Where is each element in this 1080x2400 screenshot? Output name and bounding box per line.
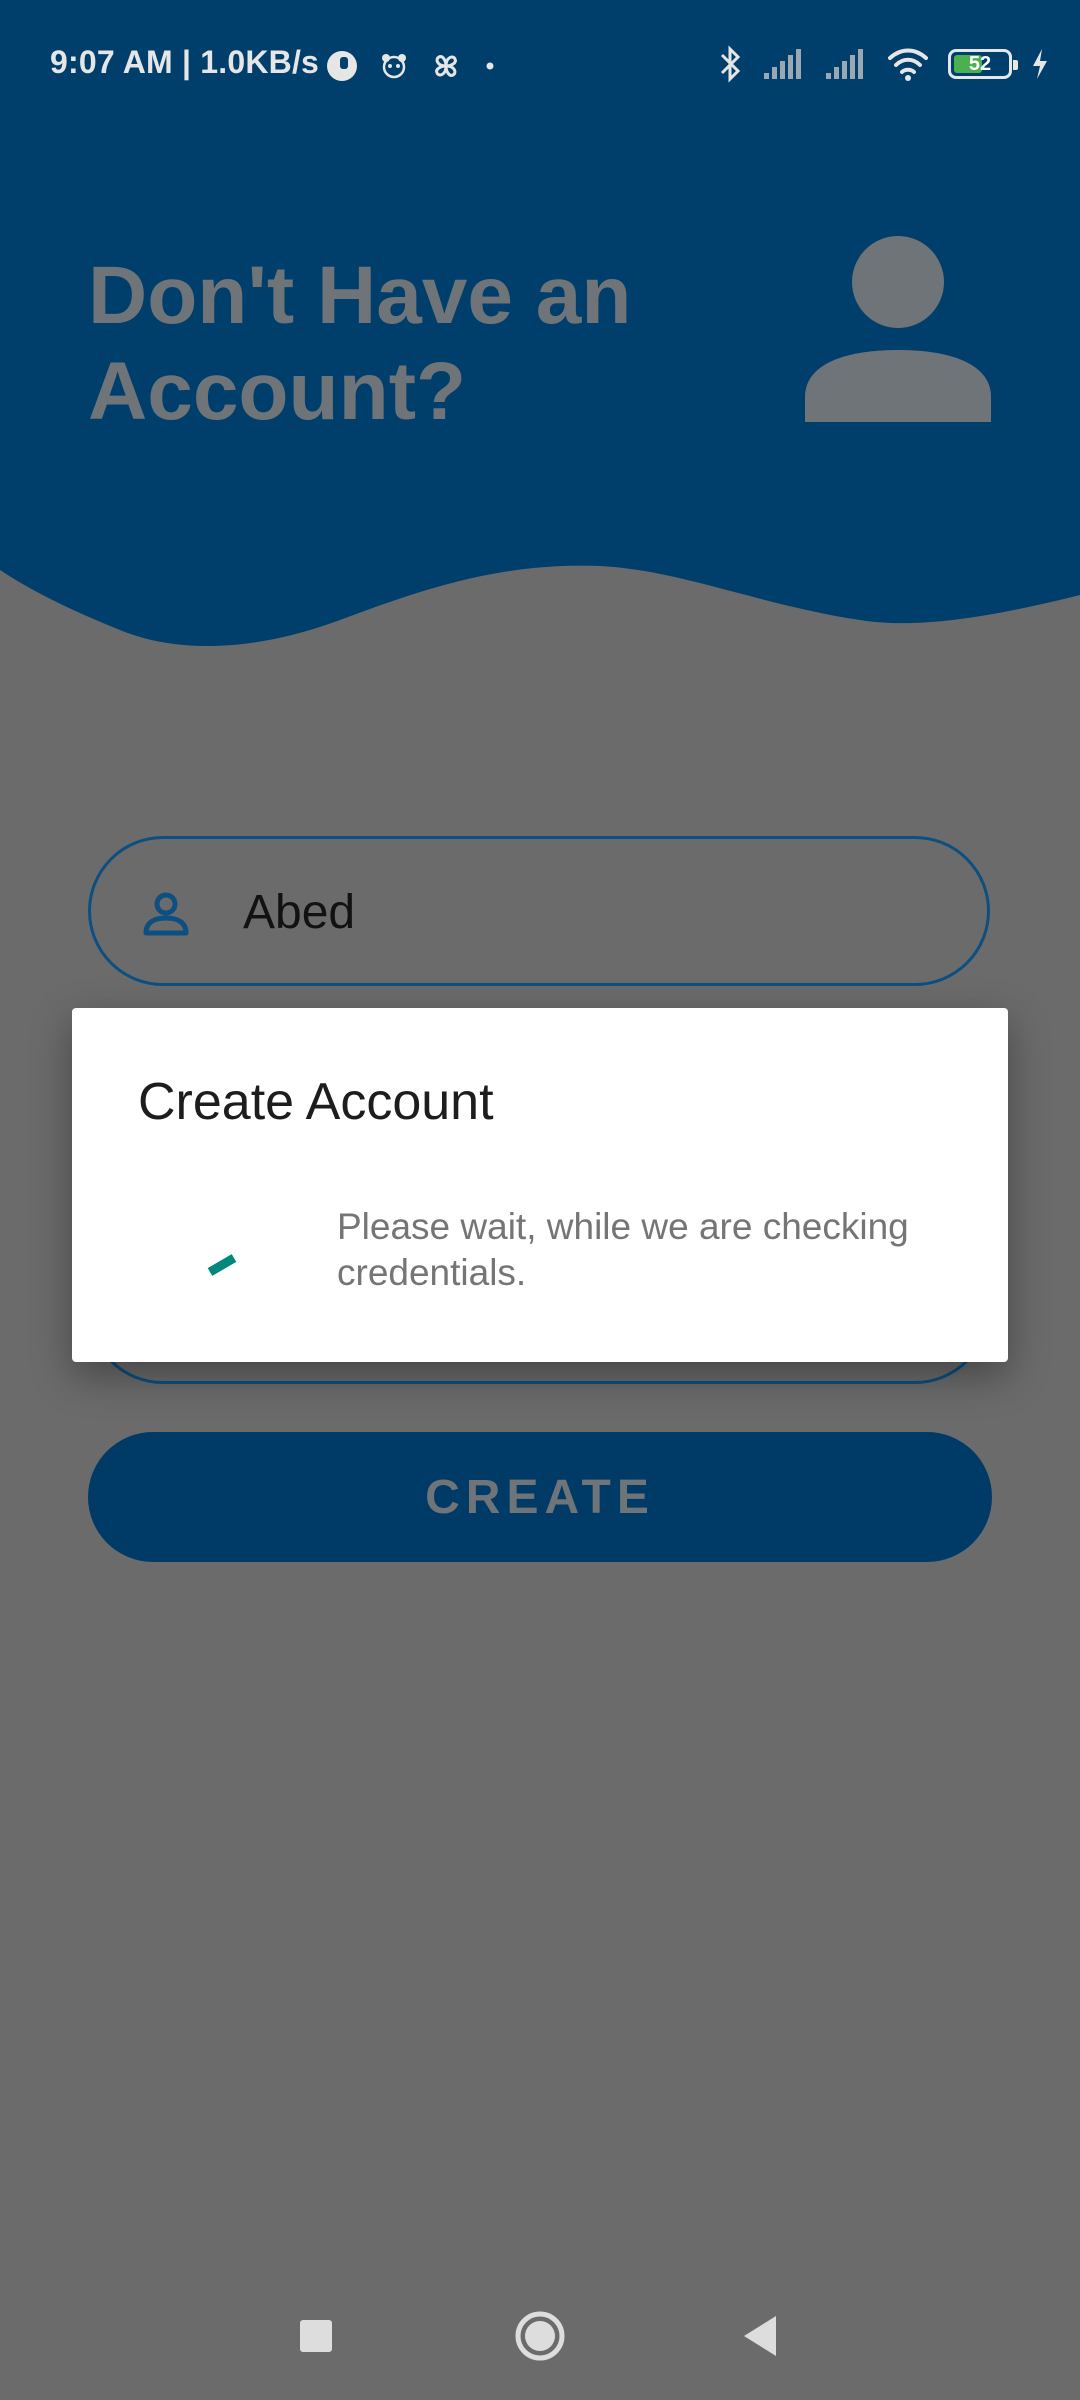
dialog-title: Create Account <box>138 1073 494 1131</box>
status-time: 9:07 AM | 1.0KB/s <box>50 44 320 80</box>
signal-icon <box>764 49 801 79</box>
battery-level: 52 <box>968 53 992 75</box>
recent-apps-icon <box>300 2320 332 2352</box>
battery-icon: 52 <box>948 49 1018 79</box>
loading-spinner-icon <box>207 1254 237 1276</box>
header-title: Don't Have an Account? <box>88 250 632 437</box>
navigation-bar <box>0 2280 1080 2400</box>
notification-icons <box>325 42 497 90</box>
pinwheel-icon <box>435 55 457 77</box>
person-icon <box>805 236 991 422</box>
panda-icon <box>382 54 406 79</box>
signal-icon <box>826 49 863 79</box>
name-field-value: Abed <box>243 886 356 939</box>
signup-screen: 9:07 AM | 1.0KB/s 52 Don't Have an Accou… <box>0 0 1080 2400</box>
status-bar: 9:07 AM | 1.0KB/s 52 <box>0 0 1080 128</box>
dot-icon <box>486 62 494 70</box>
create-button[interactable]: CREATE <box>88 1432 992 1562</box>
home-button[interactable] <box>500 2296 580 2376</box>
back-button[interactable] <box>720 2296 800 2376</box>
person-outline-icon <box>143 892 189 936</box>
back-icon <box>744 2316 776 2356</box>
wifi-icon <box>888 48 928 81</box>
recent-apps-button[interactable] <box>276 2296 356 2376</box>
system-icons: 52 <box>718 40 1050 88</box>
home-icon <box>515 2311 565 2361</box>
charging-icon <box>1033 49 1047 79</box>
dialog-message: Please wait, while we are checking crede… <box>337 1206 909 1293</box>
circle-app-icon <box>327 51 357 81</box>
bluetooth-icon <box>720 45 741 83</box>
progress-dialog: Create Account Please wait, while we are… <box>72 1008 1008 1362</box>
name-field[interactable]: Abed <box>88 836 990 986</box>
